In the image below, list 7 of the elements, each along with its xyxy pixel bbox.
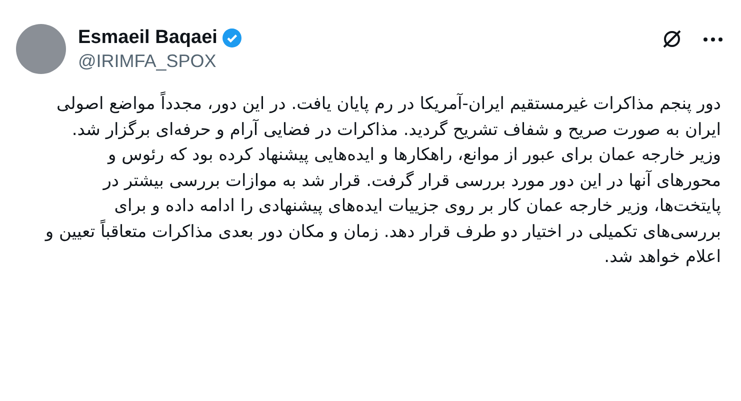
tweet-paragraph: وزیر خارجه عمان برای عبور از موانع، راهکارها و ایده‌هایی پیشنهاد کرده بود که رئوس و محورهای آنها در این دور مورد بررسی قرار گرفت. قرار شد به موازات بررسی بیشتر در پایتخت‌ها، وزیر خارجه عمان کار بر روی جزییات ایده‌های پیشنهادی را ادامه داده و برای بررسی‌های تکمیلی در اختیار دو طرف قرار دهد. زمان و مکان دور بعدی مذاکرات متعاقباً تعیین و اعلام خواهد شد. xyxy=(44,144,721,269)
author-handle[interactable]: @IRIMFA_SPOX xyxy=(78,50,649,72)
more-icon[interactable] xyxy=(703,36,723,42)
author-name[interactable]: Esmaeil Baqaei xyxy=(78,26,218,48)
slashed-circle-icon[interactable] xyxy=(661,28,683,50)
tweet-paragraph: دور پنجم مذاکرات غیرمستقیم ایران-آمریکا در رم پایان یافت. در این دور، مجدداً مواضع اصولی ایران به صورت صریح و شفاف تشریح گردید. مذاکرات در فضایی آرام و حرفه‌ای برگزار شد. xyxy=(40,92,721,143)
avatar[interactable] xyxy=(16,24,66,74)
